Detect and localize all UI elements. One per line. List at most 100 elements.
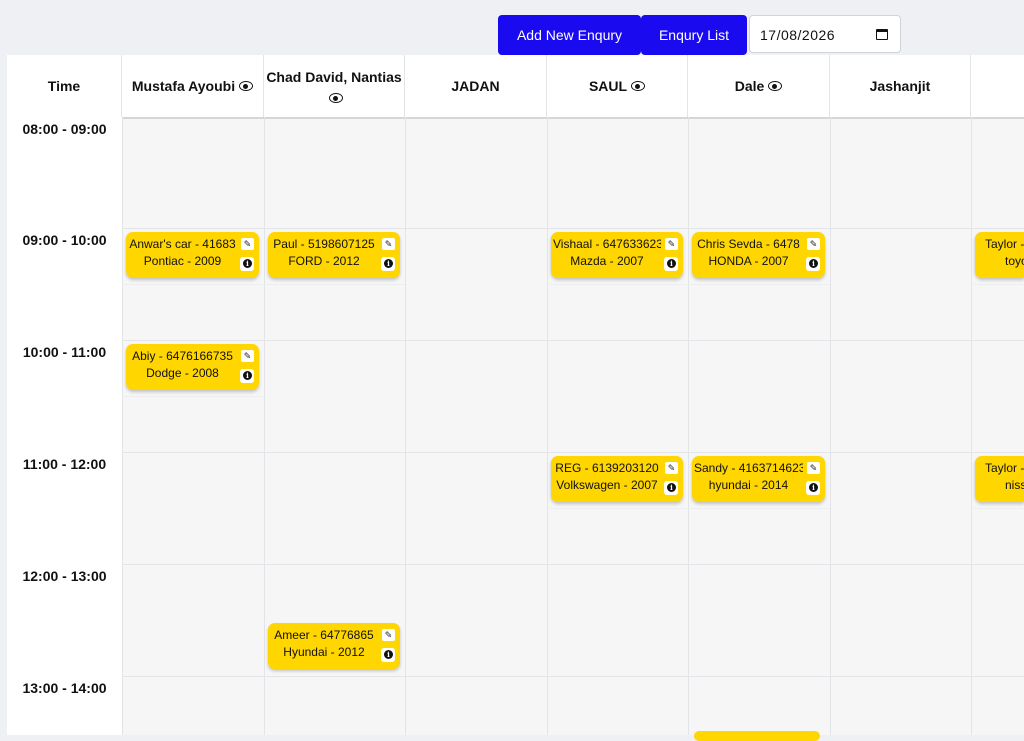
edit-icon[interactable]: ✎ [382, 629, 395, 641]
appointment-title: REG - 6139203120 [555, 461, 659, 475]
column-label: Chad David, Nantias [266, 69, 402, 85]
info-icon[interactable] [806, 257, 820, 271]
appointment-card[interactable]: Sandy - 4163714623 hyundai - 2014 ✎ [692, 456, 825, 502]
date-value: 17/08/2026 [760, 27, 836, 43]
slot-divider [122, 396, 264, 397]
edit-icon[interactable]: ✎ [665, 238, 678, 250]
appointment-title: Abiy - 6476166735 [132, 349, 233, 363]
grid-line [971, 117, 972, 735]
time-slot-label: 12:00 - 13:00 [22, 568, 107, 584]
grid-line [122, 452, 1024, 453]
column-header-staff: JADAN [405, 55, 547, 117]
column-label: Mustafa Ayoubi [131, 78, 236, 94]
column-header-staff: Chad David, Nantias [264, 55, 405, 117]
appointment-card[interactable]: Anwar's car - 41683 Pontiac - 2009 ✎ [126, 232, 259, 278]
date-input[interactable]: 17/08/2026 [749, 15, 901, 53]
info-icon[interactable] [381, 648, 395, 662]
appointment-title: Anwar's car - 41683 [129, 237, 236, 251]
info-icon[interactable] [664, 481, 678, 495]
appointment-card[interactable] [694, 731, 820, 741]
time-slot-label: 09:00 - 10:00 [22, 232, 107, 248]
info-icon[interactable] [381, 257, 395, 271]
edit-icon[interactable]: ✎ [665, 462, 678, 474]
slot-divider [971, 284, 1024, 285]
grid-line [688, 117, 689, 735]
calendar-icon[interactable] [876, 29, 888, 40]
toolbar: Add New Enqury Enqury List 17/08/2026 [0, 0, 1024, 55]
column-label: Dale [734, 78, 765, 94]
column-header-staff: Mustafa Ayoubi [122, 55, 264, 117]
grid-line [122, 117, 123, 735]
add-new-enquiry-button[interactable]: Add New Enqury [498, 15, 641, 55]
appointment-card[interactable]: Abiy - 6476166735 Dodge - 2008 ✎ [126, 344, 259, 390]
edit-icon[interactable]: ✎ [382, 238, 395, 250]
grid-line [122, 228, 1024, 229]
edit-icon[interactable]: ✎ [807, 462, 820, 474]
slot-divider [547, 508, 688, 509]
appointment-vehicle: niss [1005, 478, 1024, 492]
time-slot-label: 10:00 - 11:00 [22, 344, 107, 360]
appointment-vehicle: Pontiac - 2009 [143, 254, 222, 268]
slot-divider [122, 284, 264, 285]
column-label: SAUL [588, 78, 628, 94]
slot-divider [688, 508, 830, 509]
column-label: Jashanjit [869, 78, 931, 94]
column-header-staff: Jashanjit [830, 55, 971, 117]
schedule-grid: Time Mustafa Ayoubi Chad David, Nantias … [7, 55, 1024, 735]
appointment-vehicle: Dodge - 2008 [146, 366, 219, 380]
grid-line [405, 117, 406, 735]
grid-line [122, 564, 1024, 565]
appointment-title: Taylor - [985, 237, 1024, 251]
appointment-vehicle: Hyundai - 2012 [283, 645, 365, 659]
appointment-title: Ameer - 64776865 [274, 628, 374, 642]
eye-icon[interactable] [768, 81, 783, 91]
grid-line [547, 117, 548, 735]
appointment-title: Vishaal - 6476336236 [553, 237, 661, 251]
appointment-title: Sandy - 4163714623 [694, 461, 803, 475]
grid-line [264, 117, 265, 735]
appointment-title: Paul - 5198607125 [273, 237, 375, 251]
time-slot-label: 11:00 - 12:00 [22, 456, 107, 472]
appointment-title: Chris Sevda - 6478 [697, 237, 800, 251]
column-header-staff: Dale [688, 55, 830, 117]
appointment-card[interactable]: Taylor - toyo [975, 232, 1024, 278]
info-icon[interactable] [806, 481, 820, 495]
slot-divider [264, 284, 405, 285]
eye-icon[interactable] [329, 93, 343, 104]
grid-line [830, 117, 831, 735]
info-icon[interactable] [240, 369, 254, 383]
appointment-vehicle: Volkswagen - 2007 [556, 478, 658, 492]
grid-header: Time Mustafa Ayoubi Chad David, Nantias … [7, 55, 1024, 119]
column-header-staff: J [971, 55, 1024, 117]
grid-line [122, 676, 1024, 677]
time-column: 08:00 - 09:00 09:00 - 10:00 10:00 - 11:0… [7, 117, 122, 735]
appointment-vehicle: Mazda - 2007 [570, 254, 644, 268]
appointment-vehicle: FORD - 2012 [288, 254, 360, 268]
appointment-title: Taylor - [985, 461, 1024, 475]
enquiry-list-button[interactable]: Enqury List [641, 15, 747, 55]
column-label: Time [47, 78, 81, 94]
eye-icon[interactable] [631, 81, 646, 91]
edit-icon[interactable]: ✎ [241, 238, 254, 250]
appointment-vehicle: HONDA - 2007 [708, 254, 789, 268]
slot-divider [688, 284, 830, 285]
time-slot-label: 13:00 - 14:00 [22, 680, 107, 696]
appointment-card[interactable]: Taylor - niss [975, 456, 1024, 502]
time-slot-label: 08:00 - 09:00 [22, 121, 107, 137]
eye-icon[interactable] [239, 81, 254, 91]
info-icon[interactable] [664, 257, 678, 271]
appointment-card[interactable]: Chris Sevda - 6478 HONDA - 2007 ✎ [692, 232, 825, 278]
appointment-card[interactable]: Vishaal - 6476336236 Mazda - 2007 ✎ [551, 232, 683, 278]
grid-line [122, 340, 1024, 341]
slot-divider [971, 508, 1024, 509]
appointment-card[interactable]: Ameer - 64776865 Hyundai - 2012 ✎ [268, 623, 400, 669]
appointment-vehicle: toyo [1005, 254, 1024, 268]
column-header-staff: SAUL [547, 55, 688, 117]
edit-icon[interactable]: ✎ [241, 350, 254, 362]
edit-icon[interactable]: ✎ [807, 238, 820, 250]
appointment-card[interactable]: REG - 6139203120 Volkswagen - 2007 ✎ [551, 456, 683, 502]
column-label: JADAN [451, 78, 500, 94]
appointment-card[interactable]: Paul - 5198607125 FORD - 2012 ✎ [268, 232, 400, 278]
info-icon[interactable] [240, 257, 254, 271]
column-header-time: Time [7, 55, 122, 117]
